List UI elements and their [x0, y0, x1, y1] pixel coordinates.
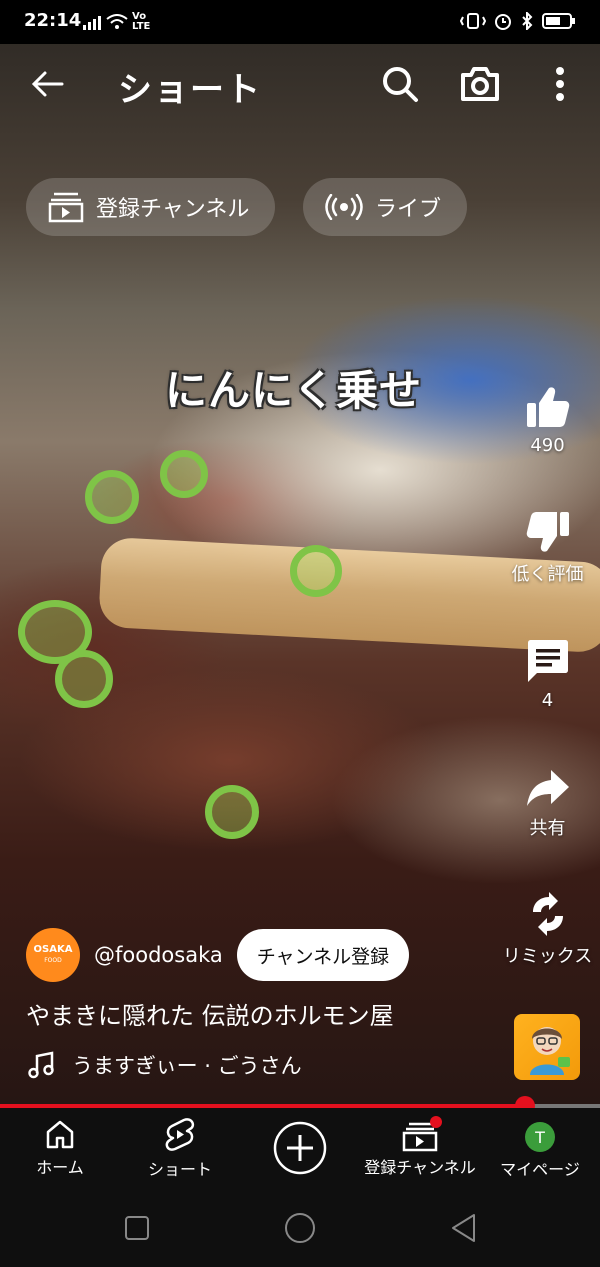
- channel-handle[interactable]: @foodosaka: [94, 943, 223, 967]
- dislike-button[interactable]: 低く評価: [500, 510, 595, 586]
- video-content-garnish: [290, 545, 342, 597]
- channel-avatar[interactable]: OSAKA FOOD: [26, 928, 80, 982]
- music-row[interactable]: うますぎぃー · ごうさん: [28, 1050, 302, 1080]
- video-content-garnish: [205, 785, 259, 839]
- home-icon: [46, 1120, 74, 1149]
- music-note-icon: [28, 1051, 54, 1079]
- top-app-bar: ショート: [0, 44, 600, 128]
- music-text: うますぎぃー · ごうさん: [72, 1054, 302, 1078]
- like-count: 490: [530, 435, 565, 456]
- share-button[interactable]: 共有: [500, 768, 595, 840]
- video-title[interactable]: やまきに隠れた 伝説のホルモン屋: [26, 996, 394, 1031]
- comment-count: 4: [541, 690, 554, 711]
- video-content-garnish: [160, 450, 208, 498]
- nav-item-shorts[interactable]: ショート: [120, 1118, 240, 1180]
- subscribe-label: チャンネル登録: [256, 945, 390, 968]
- camera-button[interactable]: [459, 64, 499, 104]
- search-icon: [383, 67, 418, 102]
- status-left-icons: Vo LTE: [82, 12, 154, 32]
- dislike-label: 低く評価: [511, 564, 584, 585]
- subscriptions-icon-wrap: [400, 1116, 442, 1152]
- page-title: ショート: [118, 70, 262, 110]
- wifi-icon: [106, 14, 128, 29]
- like-button[interactable]: 490: [500, 385, 595, 456]
- video-overlay-caption: にんにく乗せ: [165, 366, 423, 415]
- alarm-icon: [495, 14, 511, 30]
- subscriptions-icon: [48, 192, 84, 223]
- subscribe-button[interactable]: チャンネル登録: [236, 929, 410, 981]
- channel-row: OSAKA FOOD @foodosaka チャンネル登録: [26, 928, 410, 982]
- battery-icon: [542, 13, 575, 29]
- nav-item-subscriptions[interactable]: 登録チャンネル: [360, 1116, 480, 1178]
- nav-item-create[interactable]: [240, 1120, 360, 1180]
- system-navigation-bar: [0, 1188, 600, 1267]
- nav-item-home[interactable]: ホーム: [0, 1118, 120, 1178]
- chip-label: 登録チャンネル: [96, 197, 250, 222]
- status-bar: 22:14 Vo LTE: [0, 0, 600, 44]
- nav-item-my-page[interactable]: T マイページ: [480, 1118, 600, 1180]
- back-button[interactable]: [30, 66, 66, 102]
- nav-label: ショート: [147, 1160, 212, 1179]
- bluetooth-icon: [522, 12, 533, 30]
- video-content-garnish: [85, 470, 139, 524]
- notification-dot: [430, 1116, 442, 1128]
- back-arrow-icon: [31, 71, 64, 97]
- remix-icon: [532, 892, 563, 936]
- status-right-icons: [460, 12, 576, 30]
- nav-label: ホーム: [36, 1158, 84, 1177]
- comment-icon: [527, 640, 568, 682]
- more-vert-icon: [556, 67, 564, 101]
- channel-avatar-subtext: FOOD: [44, 957, 62, 964]
- chip-live[interactable]: ライブ: [303, 178, 468, 236]
- avatar: T: [525, 1122, 555, 1152]
- nav-label: 登録チャンネル: [364, 1158, 476, 1177]
- chip-subscriptions[interactable]: 登録チャンネル: [26, 178, 276, 236]
- shorts-icon: [165, 1118, 195, 1151]
- nav-label: マイページ: [500, 1160, 580, 1179]
- camera-icon: [461, 67, 499, 101]
- channel-avatar-text: OSAKA: [33, 944, 73, 955]
- more-options-button[interactable]: [540, 64, 580, 104]
- video-content-garnish: [55, 650, 113, 708]
- comments-button[interactable]: 4: [500, 638, 595, 711]
- sound-thumbnail-avatar-icon: [530, 1027, 570, 1075]
- remix-label: リミックス: [502, 946, 593, 967]
- back-triangle-icon[interactable]: [450, 1213, 478, 1243]
- create-plus-icon: [273, 1121, 327, 1175]
- search-button[interactable]: [380, 64, 420, 104]
- home-circle-icon[interactable]: [284, 1212, 316, 1244]
- status-time: 22:14: [24, 10, 82, 31]
- bottom-navigation: ホーム ショート 登録チャンネル T マイページ: [0, 1108, 600, 1188]
- thumb-down-icon: [526, 512, 569, 552]
- avatar-letter: T: [535, 1127, 545, 1147]
- remix-button[interactable]: リミックス: [500, 892, 595, 968]
- live-icon: [325, 194, 363, 220]
- vibrate-icon: [460, 13, 486, 29]
- recent-apps-icon[interactable]: [124, 1215, 150, 1241]
- signal-icon: [83, 16, 101, 30]
- volte-indicator: Vo LTE: [132, 11, 151, 32]
- sound-thumbnail[interactable]: [514, 1014, 580, 1080]
- share-icon: [526, 770, 569, 806]
- thumb-up-icon: [526, 387, 569, 427]
- chip-label: ライブ: [375, 197, 442, 222]
- share-label: 共有: [529, 818, 566, 839]
